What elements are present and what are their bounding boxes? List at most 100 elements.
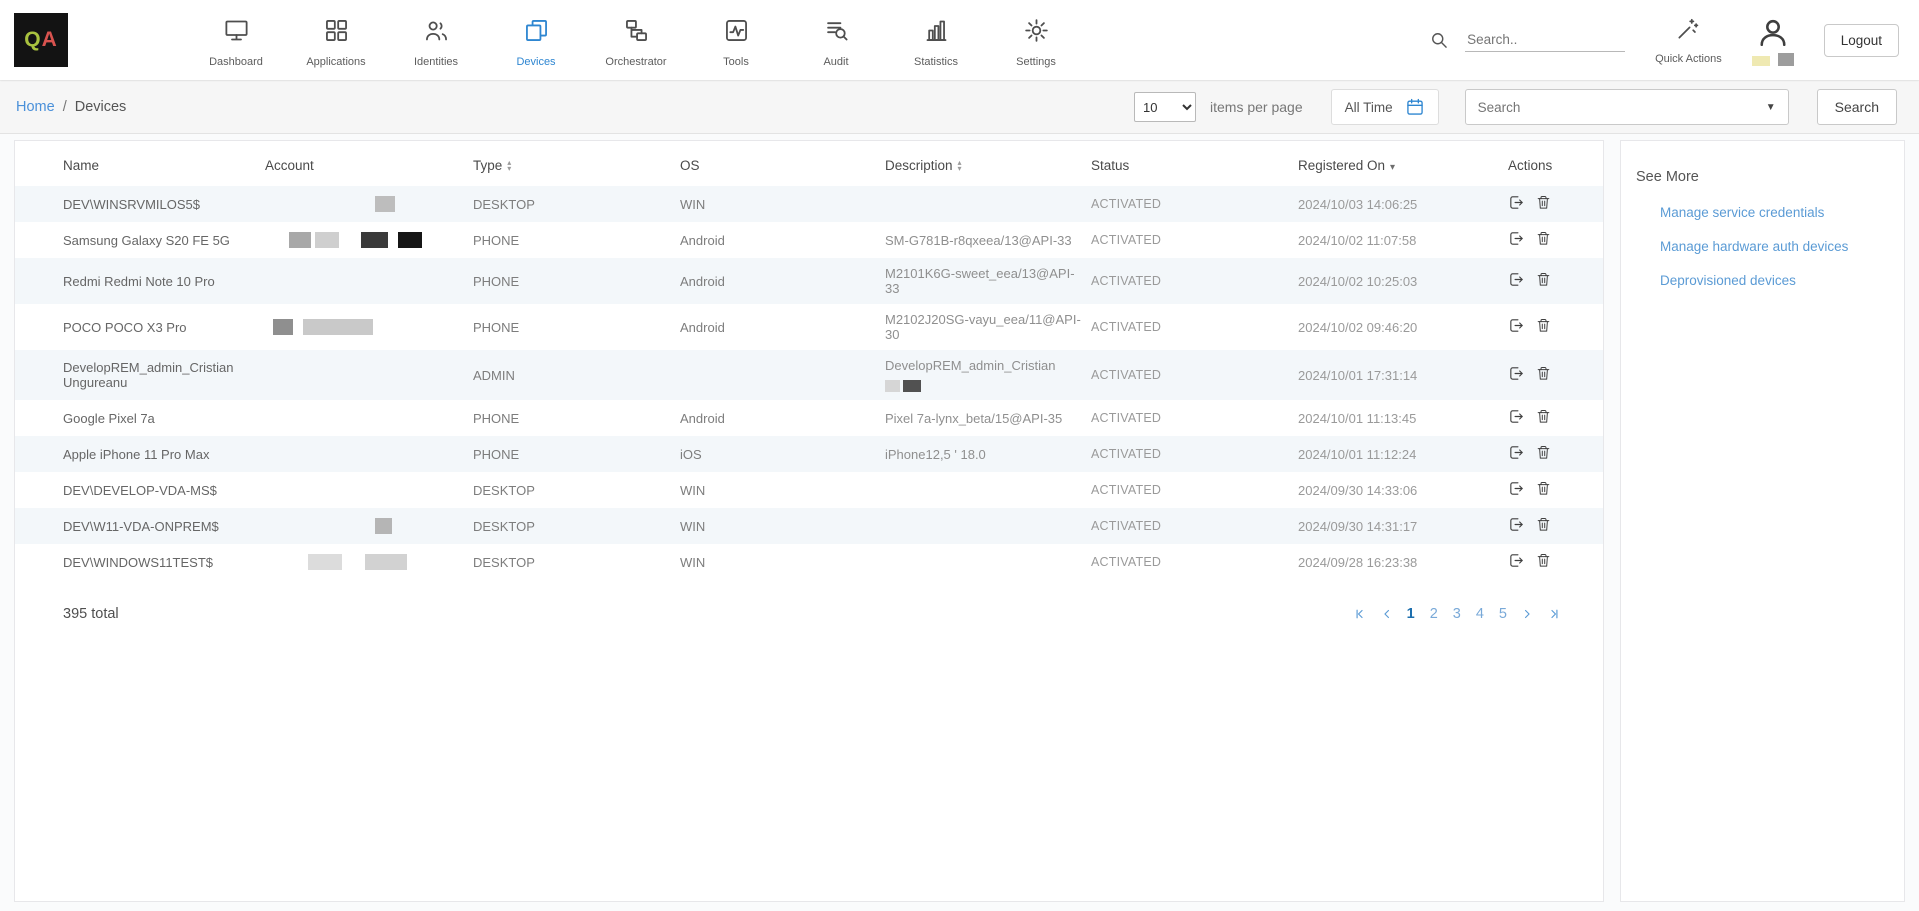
cell-actions (1508, 258, 1603, 304)
delete-device-button[interactable] (1535, 365, 1552, 385)
cell-registered-on: 2024/09/28 16:23:38 (1298, 544, 1508, 580)
filter-search-combobox[interactable]: ▼ (1465, 89, 1789, 125)
quick-actions-button[interactable]: Quick Actions (1655, 16, 1722, 65)
page-number-1[interactable]: 1 (1407, 606, 1415, 622)
next-page-button[interactable] (1520, 607, 1534, 621)
cell-description (885, 508, 1091, 544)
trash-icon (1535, 444, 1552, 461)
nav-label: Statistics (914, 56, 958, 68)
nav-label: Orchestrator (605, 56, 666, 68)
app-logo[interactable]: QA (14, 13, 68, 67)
open-device-button[interactable] (1508, 365, 1525, 385)
delete-device-button[interactable] (1535, 444, 1552, 464)
filter-search-input[interactable] (1478, 100, 1766, 115)
cell-status: ACTIVATED (1091, 222, 1298, 258)
launch-icon (1508, 552, 1525, 569)
user-avatar[interactable] (1752, 14, 1794, 66)
calendar-icon (1405, 97, 1425, 117)
audit-icon (823, 17, 850, 49)
cell-os: WIN (680, 544, 885, 580)
delete-device-button[interactable] (1535, 552, 1552, 572)
delete-device-button[interactable] (1535, 271, 1552, 291)
delete-device-button[interactable] (1535, 480, 1552, 500)
search-icon[interactable] (1429, 30, 1449, 50)
redacted-block (885, 380, 900, 392)
first-page-button[interactable] (1353, 607, 1367, 621)
nav-label: Settings (1016, 56, 1056, 68)
items-per-page-select[interactable]: 10 (1134, 92, 1196, 122)
cell-description (885, 186, 1091, 222)
launch-icon (1508, 516, 1525, 533)
last-page-button[interactable] (1547, 607, 1561, 621)
nav-item-identities[interactable]: Identities (386, 13, 486, 68)
time-filter-button[interactable]: All Time (1331, 89, 1439, 125)
see-more-link[interactable]: Deprovisioned devices (1660, 273, 1894, 288)
cell-os: Android (680, 400, 885, 436)
global-search-input[interactable] (1465, 28, 1625, 52)
nav-label: Tools (723, 56, 749, 68)
nav-item-dashboard[interactable]: Dashboard (186, 13, 286, 68)
open-device-button[interactable] (1508, 516, 1525, 536)
delete-device-button[interactable] (1535, 194, 1552, 214)
open-device-button[interactable] (1508, 194, 1525, 214)
cell-registered-on: 2024/10/02 11:07:58 (1298, 222, 1508, 258)
device-row: DEV\WINSRVMILOS5$DESKTOPWINACTIVATED2024… (15, 186, 1603, 222)
nav-item-applications[interactable]: Applications (286, 13, 386, 68)
nav-item-devices[interactable]: Devices (486, 13, 586, 68)
delete-device-button[interactable] (1535, 408, 1552, 428)
column-header-description[interactable]: Description▴▾ (885, 141, 1091, 186)
nav-item-statistics[interactable]: Statistics (886, 13, 986, 68)
first-page-icon (1353, 607, 1367, 621)
nav-label: Audit (823, 56, 848, 68)
cell-type: ADMIN (473, 350, 680, 400)
logout-button[interactable]: Logout (1824, 24, 1899, 57)
open-device-button[interactable] (1508, 408, 1525, 428)
cell-os: WIN (680, 186, 885, 222)
column-header-type[interactable]: Type▴▾ (473, 141, 680, 186)
trash-icon (1535, 408, 1552, 425)
redacted-block (303, 319, 373, 335)
delete-device-button[interactable] (1535, 230, 1552, 250)
breadcrumb-home-link[interactable]: Home (16, 99, 55, 115)
search-button[interactable]: Search (1817, 89, 1897, 125)
cell-os: iOS (680, 436, 885, 472)
nav-item-audit[interactable]: Audit (786, 13, 886, 68)
cell-actions (1508, 304, 1603, 350)
launch-icon (1508, 230, 1525, 247)
column-header-registered-on[interactable]: Registered On▾ (1298, 141, 1508, 186)
see-more-link[interactable]: Manage service credentials (1660, 205, 1894, 220)
cell-type: DESKTOP (473, 508, 680, 544)
main-area: Name Account Type▴▾ OS Description▴▾ Sta… (0, 134, 1919, 911)
nav-item-orchestrator[interactable]: Orchestrator (586, 13, 686, 68)
prev-page-button[interactable] (1380, 607, 1394, 621)
cell-name: DevelopREM_admin_Cristian Ungureanu (15, 350, 265, 400)
user-avatar-icon (1755, 14, 1791, 50)
open-device-button[interactable] (1508, 480, 1525, 500)
delete-device-button[interactable] (1535, 317, 1552, 337)
launch-icon (1508, 317, 1525, 334)
open-device-button[interactable] (1508, 317, 1525, 337)
cell-status: ACTIVATED (1091, 186, 1298, 222)
header-right: Quick Actions Logout (1429, 14, 1899, 66)
page-number-4[interactable]: 4 (1476, 606, 1484, 622)
nav-item-settings[interactable]: Settings (986, 13, 1086, 68)
open-device-button[interactable] (1508, 552, 1525, 572)
redacted-block (308, 554, 342, 570)
cell-name: DEV\WINSRVMILOS5$ (15, 186, 265, 222)
open-device-button[interactable] (1508, 271, 1525, 291)
devices-table-body: DEV\WINSRVMILOS5$DESKTOPWINACTIVATED2024… (15, 186, 1603, 580)
delete-device-button[interactable] (1535, 516, 1552, 536)
page-number-3[interactable]: 3 (1453, 606, 1461, 622)
cell-registered-on: 2024/10/02 09:46:20 (1298, 304, 1508, 350)
redacted-block (1778, 53, 1794, 66)
cell-registered-on: 2024/10/01 11:12:24 (1298, 436, 1508, 472)
page-number-5[interactable]: 5 (1499, 606, 1507, 622)
see-more-link[interactable]: Manage hardware auth devices (1660, 239, 1894, 254)
page-number-2[interactable]: 2 (1430, 606, 1438, 622)
open-device-button[interactable] (1508, 444, 1525, 464)
see-more-panel: See More Manage service credentialsManag… (1620, 140, 1905, 902)
launch-icon (1508, 365, 1525, 382)
open-device-button[interactable] (1508, 230, 1525, 250)
nav-item-tools[interactable]: Tools (686, 13, 786, 68)
cell-status: ACTIVATED (1091, 436, 1298, 472)
